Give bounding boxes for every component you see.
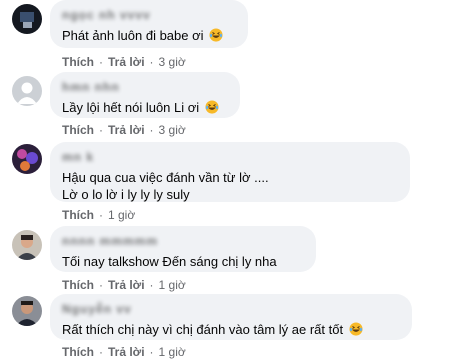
separator-dot: ·: [149, 345, 154, 359]
comment-feed: ngọc nh vvvv Phát ảnh luôn đi babe ơi Th…: [0, 0, 468, 364]
separator-dot: ·: [99, 345, 103, 359]
avatar[interactable]: [12, 296, 42, 326]
like-button[interactable]: Thích: [62, 278, 94, 292]
comment-actions: Thích · 1 giờ: [62, 208, 135, 222]
separator-dot: ·: [149, 55, 154, 69]
comment-text-line: Phát ảnh luôn đi babe ơi: [62, 28, 204, 43]
comment-bubble: hmn nhn Lầy lội hết nói luôn Li ơi: [50, 72, 240, 118]
comment-text-line: Lầy lội hết nói luôn Li ơi: [62, 100, 200, 115]
like-button[interactable]: Thích: [62, 345, 94, 359]
avatar[interactable]: [12, 76, 42, 106]
comment-actions: Thích · Trả lời · 3 giờ: [62, 123, 186, 137]
comment-text: Lầy lội hết nói luôn Li ơi: [62, 99, 228, 116]
separator-dot: ·: [99, 278, 103, 292]
comment-text-line: Lờ o lo lờ i ly ly ly suly: [62, 187, 190, 202]
comment-bubble: ngọc nh vvvv Phát ảnh luôn đi babe ơi: [50, 0, 248, 48]
default-avatar-icon: [12, 76, 42, 106]
separator-dot: ·: [99, 208, 103, 222]
comment-actions: Thích · Trả lời · 1 giờ: [62, 345, 186, 359]
reply-button[interactable]: Trả lời: [108, 345, 145, 359]
comment-time[interactable]: 1 giờ: [159, 278, 186, 292]
avatar[interactable]: [12, 230, 42, 260]
like-button[interactable]: Thích: [62, 208, 94, 222]
avatar-image: [12, 230, 42, 260]
comment-time[interactable]: 3 giờ: [159, 55, 186, 69]
reply-button[interactable]: Trả lời: [108, 123, 145, 137]
comment-time[interactable]: 1 giờ: [159, 345, 186, 359]
laughing-emoji-icon: [205, 100, 219, 114]
comment-actions: Thích · Trả lời · 1 giờ: [62, 278, 186, 292]
comment-bubble: mn k Hậu qua cua việc đánh vần từ lờ ...…: [50, 142, 410, 202]
commenter-name[interactable]: ngọc nh vvvv: [62, 8, 151, 22]
like-button[interactable]: Thích: [62, 55, 94, 69]
like-button[interactable]: Thích: [62, 123, 94, 137]
comment-text: Tối nay talkshow Đến sáng chị ly nha: [62, 253, 304, 270]
comment-text-line: Hậu qua cua việc đánh vần từ lờ ....: [62, 170, 269, 185]
commenter-name[interactable]: nnnn mmmmm: [62, 234, 158, 248]
separator-dot: ·: [149, 278, 154, 292]
commenter-name[interactable]: Nguyễn vv: [62, 302, 132, 316]
comment-text: Phát ảnh luôn đi babe ơi: [62, 27, 236, 44]
comment-bubble: nnnn mmmmm Tối nay talkshow Đến sáng chị…: [50, 226, 316, 272]
avatar[interactable]: [12, 4, 42, 34]
laughing-emoji-icon: [349, 322, 363, 336]
comment-bubble: Nguyễn vv Rất thích chị này vì chị đánh …: [50, 294, 412, 340]
comment-text-line: Rất thích chị này vì chị đánh vào tâm lý…: [62, 322, 344, 337]
commenter-name[interactable]: mn k: [62, 150, 94, 164]
comment-actions: Thích · Trả lời · 3 giờ: [62, 55, 186, 69]
comment-text: Rất thích chị này vì chị đánh vào tâm lý…: [62, 321, 400, 338]
laughing-emoji-icon: [209, 28, 223, 42]
reply-button[interactable]: Trả lời: [108, 55, 145, 69]
reply-button[interactable]: Trả lời: [108, 278, 145, 292]
comment-text-line: Tối nay talkshow Đến sáng chị ly nha: [62, 254, 277, 269]
comment-time[interactable]: 3 giờ: [159, 123, 186, 137]
comment-time[interactable]: 1 giờ: [108, 208, 135, 222]
avatar[interactable]: [12, 144, 42, 174]
separator-dot: ·: [99, 55, 103, 69]
avatar-image: [12, 144, 42, 174]
separator-dot: ·: [149, 123, 154, 137]
avatar-image: [12, 296, 42, 326]
avatar-image: [12, 4, 42, 34]
comment-text: Hậu qua cua việc đánh vần từ lờ .... Lờ …: [62, 169, 398, 203]
separator-dot: ·: [99, 123, 103, 137]
commenter-name[interactable]: hmn nhn: [62, 80, 120, 94]
